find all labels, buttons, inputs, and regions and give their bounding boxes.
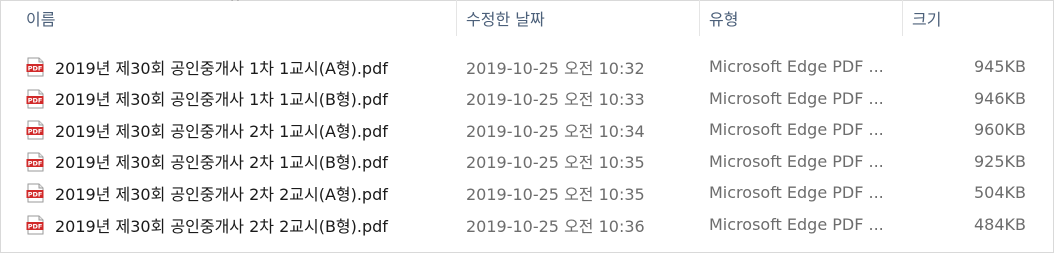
column-header-size[interactable]: 크기 bbox=[912, 0, 1022, 36]
file-size: 960KB bbox=[973, 120, 1026, 140]
file-name: 2019년 제30회 공인중개사 2차 2교시(A형).pdf bbox=[55, 184, 388, 204]
file-size: 504KB bbox=[973, 183, 1026, 203]
column-header-type-label: 유형 bbox=[709, 10, 739, 29]
pdf-icon: PDF bbox=[26, 120, 44, 140]
column-header-date[interactable]: 수정한 날짜 bbox=[466, 0, 691, 36]
file-date-modified: 2019-10-25 오전 10:34 bbox=[466, 121, 645, 141]
file-type: Microsoft Edge PDF ... bbox=[709, 57, 884, 76]
file-name: 2019년 제30회 공인중개사 2차 1교시(A형).pdf bbox=[55, 121, 388, 141]
file-type: Microsoft Edge PDF ... bbox=[709, 151, 884, 171]
pdf-icon: PDF bbox=[26, 89, 44, 109]
svg-text:PDF: PDF bbox=[28, 223, 43, 231]
file-name: 2019년 제30회 공인중개사 1차 1교시(B형).pdf bbox=[55, 90, 388, 110]
pdf-icon: PDF bbox=[26, 183, 44, 203]
column-header-type[interactable]: 유형 bbox=[709, 0, 894, 36]
column-header-size-label: 크기 bbox=[912, 10, 942, 29]
file-type: Microsoft Edge PDF ... bbox=[709, 183, 884, 203]
pdf-icon: PDF bbox=[26, 57, 44, 77]
column-header-name-label: 이름 bbox=[26, 10, 56, 29]
file-row[interactable]: PDF 2019년 제30회 공인중개사 2차 1교시(A형).pdf 2019… bbox=[0, 114, 1054, 145]
file-row[interactable]: PDF 2019년 제30회 공인중개사 2차 2교시(B형).pdf 2019… bbox=[0, 209, 1054, 240]
file-name: 2019년 제30회 공인중개사 2차 2교시(B형).pdf bbox=[55, 216, 388, 236]
column-header: ^ 이름 수정한 날짜 유형 크기 bbox=[0, 0, 1054, 36]
svg-text:PDF: PDF bbox=[28, 96, 43, 104]
file-size: 484KB bbox=[973, 215, 1026, 234]
svg-text:PDF: PDF bbox=[28, 128, 43, 136]
svg-text:PDF: PDF bbox=[28, 191, 43, 199]
file-date-modified: 2019-10-25 오전 10:36 bbox=[466, 216, 645, 236]
file-size: 946KB bbox=[973, 88, 1026, 108]
file-row[interactable]: PDF 2019년 제30회 공인중개사 2차 1교시(B형).pdf 2019… bbox=[0, 146, 1054, 177]
file-name: 2019년 제30회 공인중개사 2차 1교시(B형).pdf bbox=[55, 153, 388, 173]
column-header-name[interactable]: 이름 bbox=[26, 0, 446, 36]
file-date-modified: 2019-10-25 오전 10:35 bbox=[466, 153, 645, 173]
file-date-modified: 2019-10-25 오전 10:33 bbox=[466, 90, 645, 110]
file-name: 2019년 제30회 공인중개사 1차 1교시(A형).pdf bbox=[55, 58, 388, 78]
file-size: 945KB bbox=[973, 57, 1026, 76]
column-header-date-label: 수정한 날짜 bbox=[466, 10, 545, 29]
pdf-icon: PDF bbox=[26, 215, 44, 235]
file-date-modified: 2019-10-25 오전 10:32 bbox=[466, 58, 645, 78]
file-row[interactable]: PDF 2019년 제30회 공인중개사 1차 1교시(B형).pdf 2019… bbox=[0, 83, 1054, 114]
file-date-modified: 2019-10-25 오전 10:35 bbox=[466, 184, 645, 204]
file-type: Microsoft Edge PDF ... bbox=[709, 88, 884, 108]
column-divider[interactable] bbox=[699, 0, 700, 36]
file-type: Microsoft Edge PDF ... bbox=[709, 215, 884, 234]
svg-text:PDF: PDF bbox=[28, 159, 43, 167]
svg-text:PDF: PDF bbox=[28, 65, 43, 73]
file-type: Microsoft Edge PDF ... bbox=[709, 120, 884, 140]
column-divider[interactable] bbox=[902, 0, 903, 36]
file-size: 925KB bbox=[973, 151, 1026, 171]
file-row[interactable]: PDF 2019년 제30회 공인중개사 1차 1교시(A형).pdf 2019… bbox=[0, 51, 1054, 82]
column-divider[interactable] bbox=[456, 0, 457, 36]
file-row[interactable]: PDF 2019년 제30회 공인중개사 2차 2교시(A형).pdf 2019… bbox=[0, 177, 1054, 208]
pdf-icon: PDF bbox=[26, 152, 44, 172]
